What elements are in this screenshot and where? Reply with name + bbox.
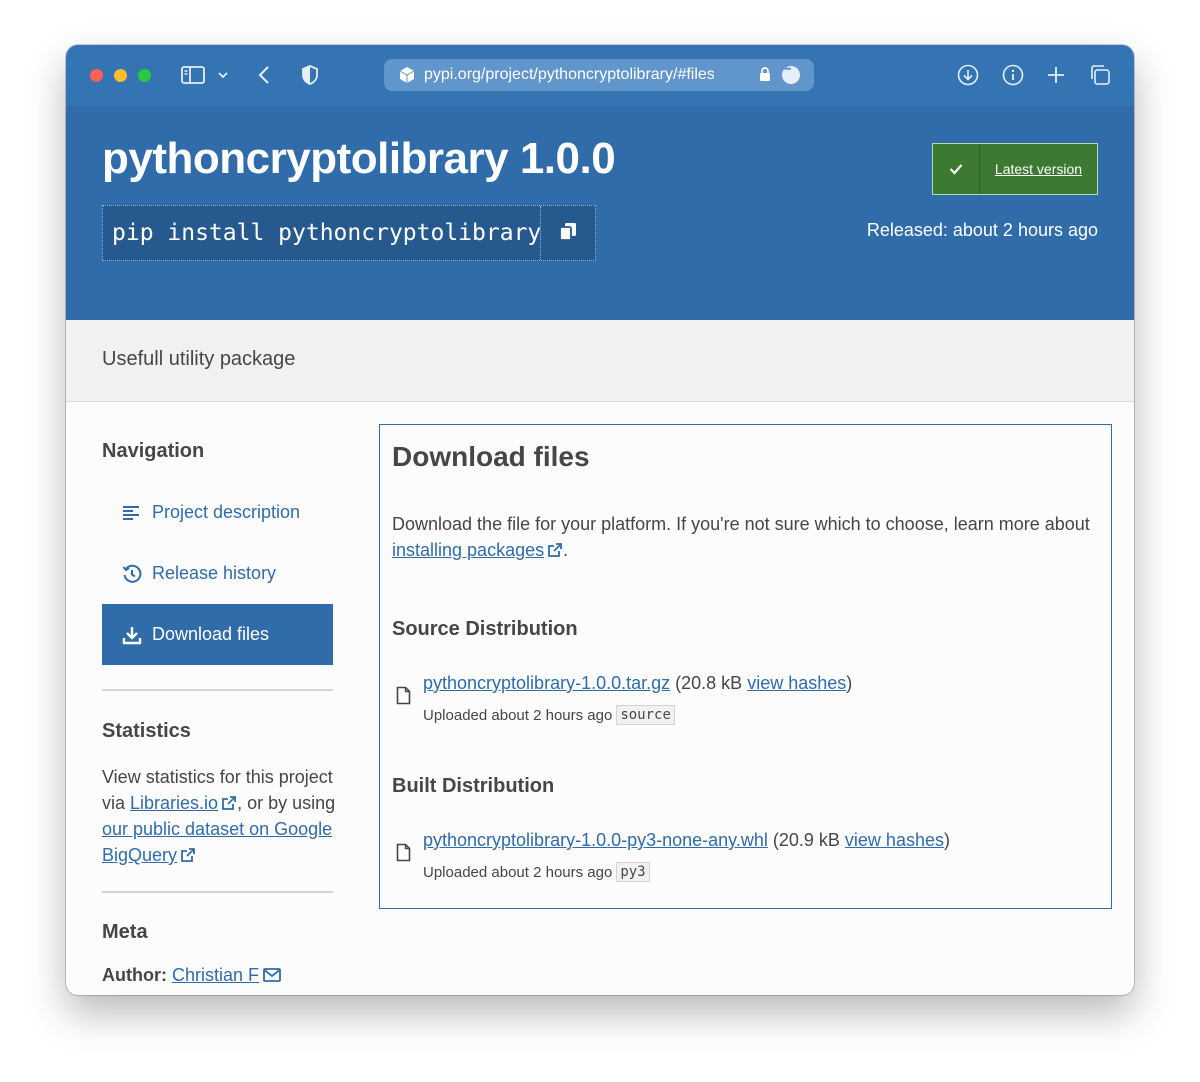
- upload-time: Uploaded about 2 hours ago: [423, 863, 613, 881]
- intro-text: Download the file for your platform. If …: [392, 514, 1090, 534]
- page-title: pythoncryptolibrary 1.0.0: [102, 134, 616, 183]
- chevron-down-icon[interactable]: [216, 67, 230, 83]
- libraries-io-label: Libraries.io: [130, 793, 219, 813]
- plus-icon[interactable]: [1045, 64, 1067, 86]
- author-label: Author:: [102, 965, 167, 985]
- page-menu-icon[interactable]: [782, 64, 800, 84]
- tabs-icon[interactable]: [1088, 63, 1112, 87]
- browser-window: pypi.org/project/pythoncryptolibrary/#fi…: [66, 45, 1134, 995]
- file-upload-info: Uploaded about 2 hours ago source: [423, 705, 675, 725]
- installing-packages-label: installing packages: [392, 540, 545, 560]
- file-close-paren: ): [943, 830, 950, 850]
- download-intro: Download the file for your platform. If …: [392, 511, 1102, 563]
- copy-icon: [558, 221, 578, 246]
- mail-icon: [259, 965, 281, 985]
- file-details: pythoncryptolibrary-1.0.0-py3-none-any.w…: [423, 830, 950, 851]
- bigquery-label: our public dataset on Google BigQuery: [102, 819, 333, 865]
- nav-project-description[interactable]: Project description: [102, 482, 333, 543]
- nav-download-files[interactable]: Download files: [102, 604, 333, 665]
- view-hashes-link[interactable]: view hashes: [747, 673, 846, 693]
- latest-version-label: Latest version: [994, 161, 1083, 177]
- external-link-icon: [177, 845, 196, 865]
- pip-install-box: pip install pythoncryptolibrary: [102, 205, 596, 261]
- minimize-window-button[interactable]: [114, 69, 127, 82]
- sidebar-divider: [102, 689, 333, 691]
- sidebar-icon[interactable]: [180, 64, 206, 86]
- address-bar[interactable]: pypi.org/project/pythoncryptolibrary/#fi…: [384, 59, 814, 91]
- release-date: Released: about 2 hours ago: [866, 220, 1098, 240]
- author-link[interactable]: Christian F: [172, 965, 281, 985]
- bigquery-link[interactable]: our public dataset on Google BigQuery: [102, 819, 332, 865]
- download-icon: [122, 625, 152, 645]
- shield-icon[interactable]: [300, 63, 320, 87]
- external-link-icon: [544, 540, 563, 560]
- summary-text: Usefull utility package: [102, 348, 296, 370]
- statistics-text: View statistics for this project via Lib…: [102, 764, 337, 868]
- author-name: Christian F: [172, 965, 260, 985]
- latest-version-button[interactable]: Latest version: [932, 143, 1098, 195]
- info-icon[interactable]: [1001, 63, 1025, 87]
- download-icon[interactable]: [956, 63, 980, 87]
- pip-command[interactable]: pip install pythoncryptolibrary: [103, 206, 541, 260]
- author-line: Author: Christian F: [102, 965, 281, 986]
- nav-item-label: Project description: [152, 502, 301, 522]
- history-icon: [122, 564, 152, 584]
- nav-item-label: Download files: [152, 624, 270, 644]
- close-window-button[interactable]: [90, 69, 103, 82]
- installing-packages-link[interactable]: installing packages: [392, 540, 563, 560]
- lock-icon: [759, 67, 771, 87]
- nav-item-label: Release history: [152, 563, 277, 583]
- view-hashes-link[interactable]: view hashes: [845, 830, 944, 850]
- intro-end: .: [563, 540, 569, 560]
- check-icon: [933, 144, 980, 194]
- file-upload-info: Uploaded about 2 hours ago py3: [423, 862, 650, 882]
- stats-text-part: , or by using: [237, 793, 336, 813]
- browser-toolbar: pypi.org/project/pythoncryptolibrary/#fi…: [66, 45, 1134, 106]
- sidebar-divider: [102, 891, 333, 893]
- copy-button[interactable]: [540, 206, 595, 260]
- align-left-icon: [122, 505, 152, 521]
- download-files-heading: Download files: [392, 441, 590, 472]
- upload-time: Uploaded about 2 hours ago: [423, 706, 613, 724]
- file-download-link[interactable]: pythoncryptolibrary-1.0.0-py3-none-any.w…: [423, 830, 768, 850]
- file-type-tag: py3: [616, 862, 650, 882]
- source-distribution-heading: Source Distribution: [392, 618, 578, 640]
- file-icon: [396, 843, 411, 867]
- libraries-io-link[interactable]: Libraries.io: [130, 793, 237, 813]
- file-details: pythoncryptolibrary-1.0.0.tar.gz (20.8 k…: [423, 673, 852, 694]
- file-close-paren: ): [846, 673, 853, 693]
- statistics-heading: Statistics: [102, 720, 191, 742]
- package-header: pythoncryptolibrary 1.0.0 pip install py…: [66, 106, 1134, 320]
- external-link-icon: [218, 793, 237, 813]
- navigation-heading: Navigation: [102, 440, 205, 462]
- built-distribution-heading: Built Distribution: [392, 775, 555, 797]
- file-icon: [396, 686, 411, 710]
- meta-heading: Meta: [102, 921, 148, 943]
- url-text: pypi.org/project/pythoncryptolibrary/#fi…: [424, 66, 715, 83]
- file-type-tag: source: [616, 705, 675, 725]
- file-size: (20.9 kB: [772, 830, 840, 850]
- package-summary: Usefull utility package: [66, 320, 1134, 402]
- download-files-panel: Download files Download the file for you…: [379, 424, 1112, 909]
- cube-icon: [398, 66, 416, 89]
- file-download-link[interactable]: pythoncryptolibrary-1.0.0.tar.gz: [423, 673, 670, 693]
- nav-release-history[interactable]: Release history: [102, 543, 333, 604]
- zoom-window-button[interactable]: [138, 69, 151, 82]
- back-icon[interactable]: [254, 63, 274, 87]
- file-size: (20.8 kB: [675, 673, 743, 693]
